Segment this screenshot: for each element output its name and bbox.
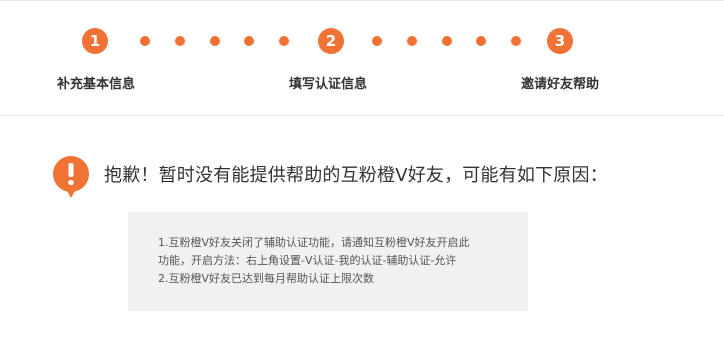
progress-dot (442, 36, 452, 46)
progress-steps: 1 2 3 补充基本信息 填写认证信息 邀请好友帮助 (0, 1, 724, 115)
reasons-box: 1.互粉橙V好友关闭了辅助认证功能，请通知互粉橙V好友开启此 功能，开启方法：右… (128, 212, 528, 311)
step-3-circle: 3 (547, 28, 573, 54)
progress-dot (210, 36, 220, 46)
progress-dot (140, 36, 150, 46)
progress-dot (511, 36, 521, 46)
progress-dot (175, 36, 185, 46)
progress-dot (244, 36, 254, 46)
progress-dot (279, 36, 289, 46)
section-divider (0, 115, 724, 116)
apology-message: 抱歉！暂时没有能提供帮助的互粉橙V好友，可能有如下原因： (104, 165, 608, 186)
reason-line: 2.互粉橙V好友已达到每月帮助认证上限次数 (158, 272, 375, 285)
step-2-circle: 2 (318, 28, 344, 54)
step-1-label: 补充基本信息 (57, 77, 136, 92)
reason-line: 功能，开启方法：右上角设置-V认证-我的认证-辅助认证-允许 (158, 254, 457, 267)
reason-line: 1.互粉橙V好友关闭了辅助认证功能，请通知互粉橙V好友开启此 (158, 236, 470, 249)
step-2-label: 填写认证信息 (289, 77, 368, 92)
step-1-circle: 1 (82, 28, 108, 54)
progress-dot (407, 36, 417, 46)
progress-dot (372, 36, 382, 46)
step-3-label: 邀请好友帮助 (521, 77, 600, 92)
auth-help-page: 1 2 3 补充基本信息 填写认证信息 邀请好友帮助 抱歉！暂时没有能提供帮助的… (0, 0, 724, 362)
reasons-list: 1.互粉橙V好友关闭了辅助认证功能，请通知互粉橙V好友开启此 功能，开启方法：右… (158, 234, 508, 288)
progress-dot (476, 36, 486, 46)
exclamation-icon (53, 156, 89, 198)
